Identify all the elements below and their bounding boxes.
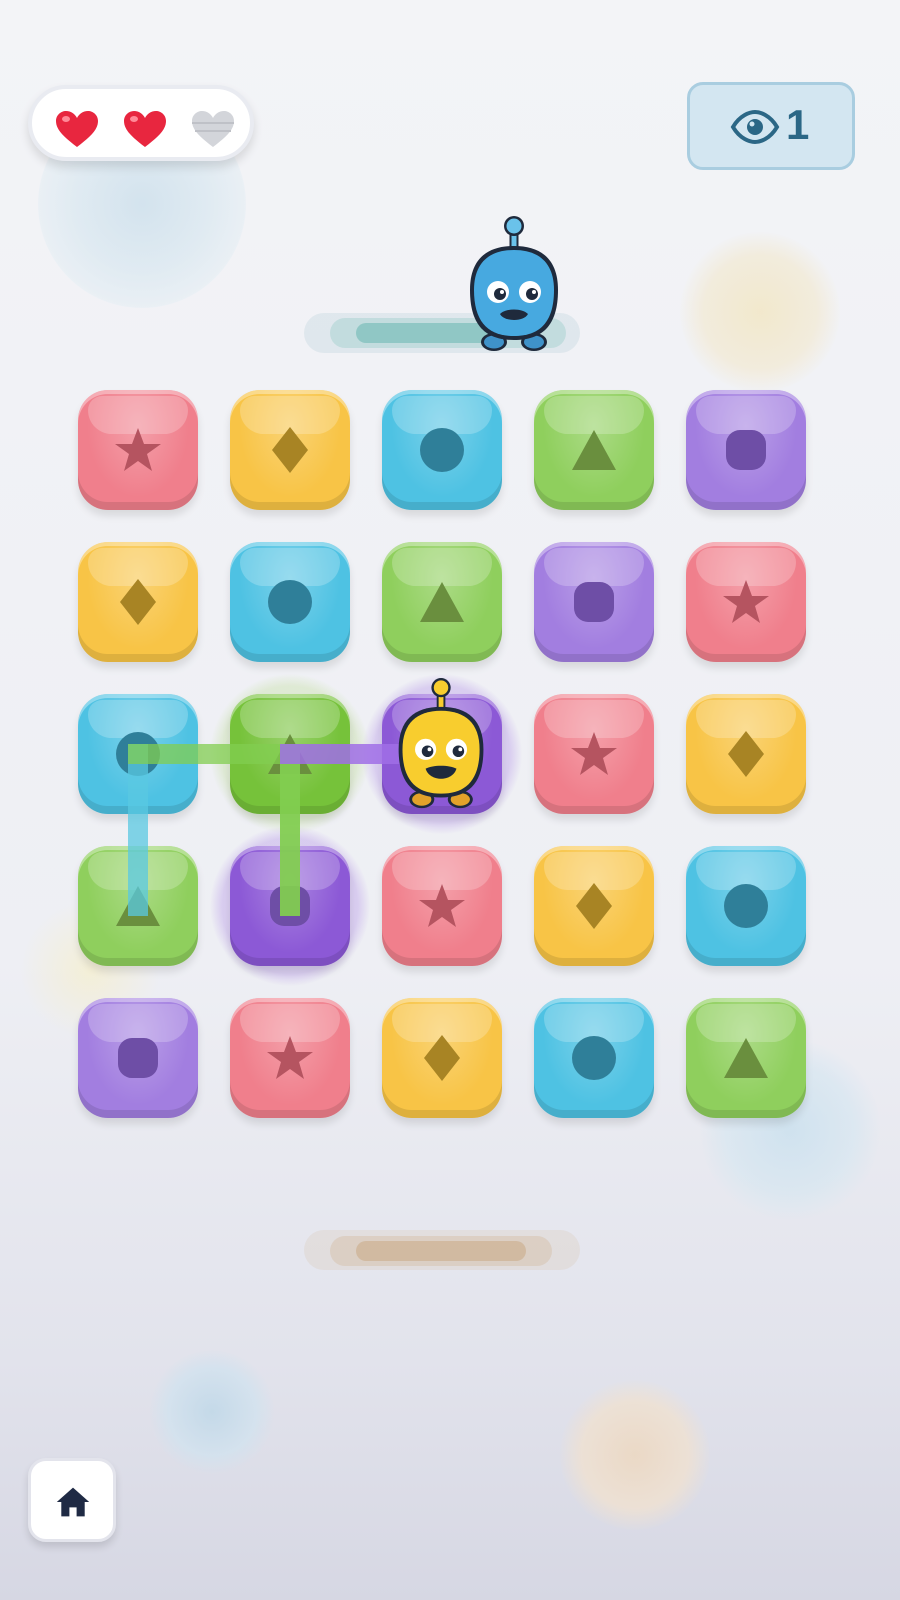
star-icon (571, 732, 617, 775)
tile-purple-square[interactable] (230, 846, 350, 966)
tile-green-triangle[interactable] (686, 998, 806, 1118)
player-pad-fill (356, 1241, 526, 1261)
hint-count: 1 (786, 101, 810, 148)
home-button[interactable] (28, 1458, 116, 1542)
square-icon (270, 886, 310, 926)
yellow-robot-icon (398, 678, 484, 809)
circle-icon (572, 1036, 616, 1080)
triangle-icon (724, 1038, 768, 1078)
tile-blue-circle[interactable] (78, 694, 198, 814)
square-icon (726, 430, 766, 470)
background-bubble (560, 1380, 710, 1530)
tile-yellow-diamond[interactable] (686, 694, 806, 814)
tile-blue-circle[interactable] (382, 390, 502, 510)
tile-red-star[interactable] (230, 998, 350, 1118)
tile-green-triangle[interactable] (78, 846, 198, 966)
circle-icon (420, 428, 464, 472)
heart-icon (56, 111, 98, 147)
diamond-icon (120, 579, 156, 625)
diamond-icon (576, 883, 612, 929)
star-icon (723, 580, 769, 623)
square-icon (574, 582, 614, 622)
tile-red-star[interactable] (534, 694, 654, 814)
tile-yellow-diamond[interactable] (534, 846, 654, 966)
star-icon (419, 884, 465, 927)
circle-icon (724, 884, 768, 928)
tile-green-triangle[interactable] (534, 390, 654, 510)
tile-yellow-diamond[interactable] (382, 998, 502, 1118)
tile-purple-square[interactable] (534, 542, 654, 662)
tile-red-star[interactable] (382, 846, 502, 966)
tile-red-star[interactable] (78, 390, 198, 510)
circle-icon (268, 580, 312, 624)
diamond-icon (272, 427, 308, 473)
triangle-icon (420, 582, 464, 622)
tile-purple-square[interactable] (78, 998, 198, 1118)
triangle-icon (116, 886, 160, 926)
triangle-icon (268, 734, 312, 774)
tile-yellow-diamond[interactable] (230, 390, 350, 510)
hint-button[interactable]: 1 (687, 82, 855, 170)
eye-icon (730, 110, 780, 144)
diamond-icon (424, 1035, 460, 1081)
heart-empty-icon (192, 111, 234, 147)
tile-blue-circle[interactable] (230, 542, 350, 662)
circle-icon (116, 732, 160, 776)
tile-blue-circle[interactable] (686, 846, 806, 966)
home-icon (56, 1487, 90, 1517)
background-bubble (150, 1350, 274, 1474)
blue-robot-icon (470, 216, 558, 351)
heart-icon (124, 111, 166, 147)
tile-purple-square[interactable] (686, 390, 806, 510)
tile-blue-circle[interactable] (534, 998, 654, 1118)
tile-green-triangle[interactable] (230, 694, 350, 814)
triangle-icon (572, 430, 616, 470)
tile-yellow-diamond[interactable] (78, 542, 198, 662)
star-icon (115, 428, 161, 471)
tile-red-star[interactable] (686, 542, 806, 662)
diamond-icon (728, 731, 764, 777)
square-icon (118, 1038, 158, 1078)
background-bubble (680, 232, 840, 392)
star-icon (267, 1036, 313, 1079)
tile-green-triangle[interactable] (382, 542, 502, 662)
lives-panel (28, 85, 254, 161)
